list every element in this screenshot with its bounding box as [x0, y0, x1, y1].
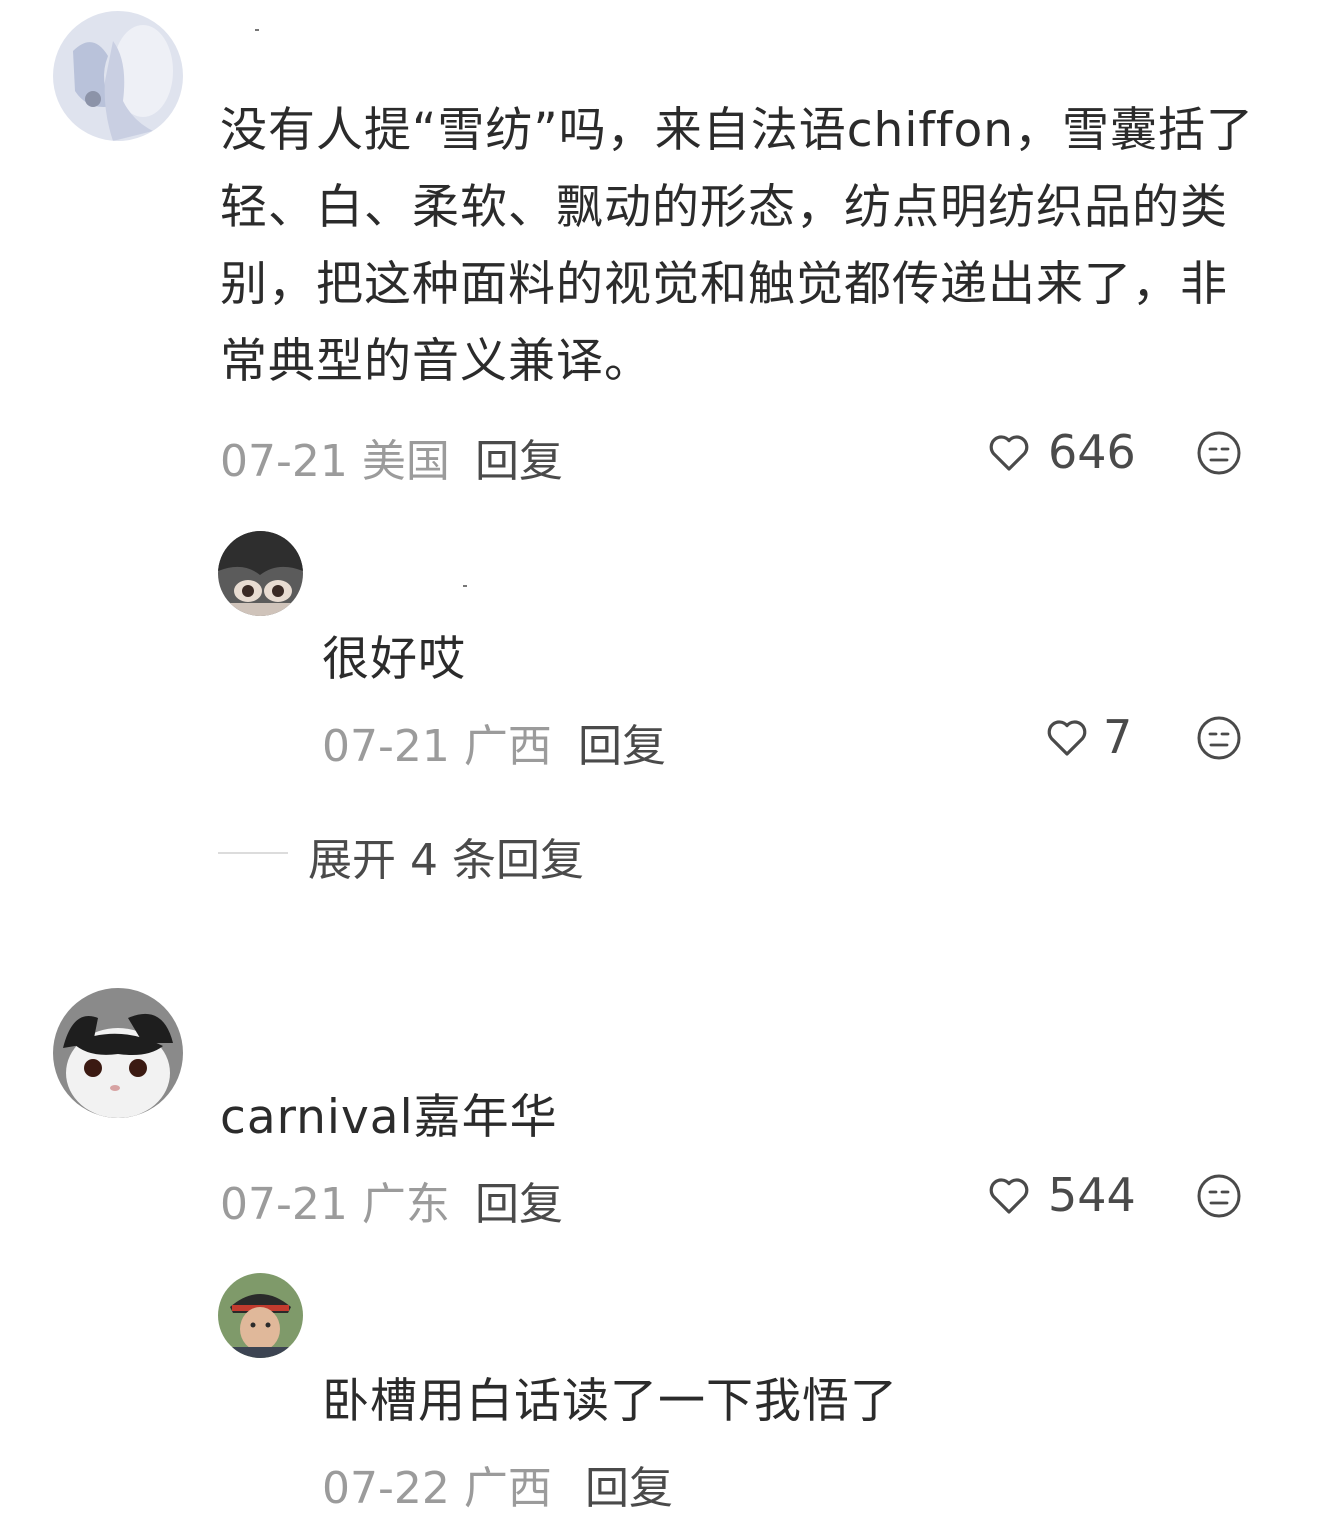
like-button[interactable]	[985, 428, 1033, 476]
like-button[interactable]	[985, 1171, 1033, 1219]
reply-avatar[interactable]	[218, 531, 303, 616]
meh-face-icon	[1197, 431, 1241, 475]
expand-divider	[218, 852, 288, 854]
dislike-button[interactable]	[1195, 429, 1243, 477]
like-count: 7	[1103, 710, 1133, 764]
like-count: 544	[1048, 1168, 1136, 1222]
username-placeholder	[255, 29, 259, 31]
avatar[interactable]	[53, 11, 183, 141]
heart-outline-icon	[1047, 720, 1087, 756]
reply-date-location: 07-22 广西	[322, 1463, 552, 1514]
like-count: 646	[1048, 425, 1136, 479]
heart-outline-icon	[989, 1178, 1029, 1214]
reply-text: 卧槽用白话读了一下我悟了	[322, 1374, 898, 1429]
dislike-button[interactable]	[1195, 1172, 1243, 1220]
comment-text: carnival嘉年华	[220, 1090, 558, 1145]
reply-button[interactable]: 回复	[578, 710, 666, 774]
reply-button[interactable]: 回复	[585, 1452, 673, 1516]
username-placeholder	[463, 585, 467, 587]
heart-outline-icon	[989, 435, 1029, 471]
expand-replies-button[interactable]: 展开 4 条回复	[308, 824, 584, 888]
reply-button[interactable]: 回复	[475, 425, 563, 489]
reply-text: 很好哎	[322, 632, 466, 687]
avatar[interactable]	[53, 988, 183, 1118]
comment-text: 没有人提“雪纺”吗，来自法语chiffon，雪囊括了轻、白、柔软、飘动的形态，纺…	[220, 103, 1255, 389]
reply-avatar[interactable]	[218, 1273, 303, 1358]
dislike-button[interactable]	[1195, 714, 1243, 762]
reply-date-location: 07-21 广西	[322, 721, 552, 772]
like-button[interactable]	[1043, 713, 1091, 761]
meh-face-icon	[1197, 1174, 1241, 1218]
comment-date-location: 07-21 广东	[220, 1179, 450, 1230]
meh-face-icon	[1197, 716, 1241, 760]
comment-date-location: 07-21 美国	[220, 436, 450, 487]
reply-button[interactable]: 回复	[475, 1168, 563, 1232]
